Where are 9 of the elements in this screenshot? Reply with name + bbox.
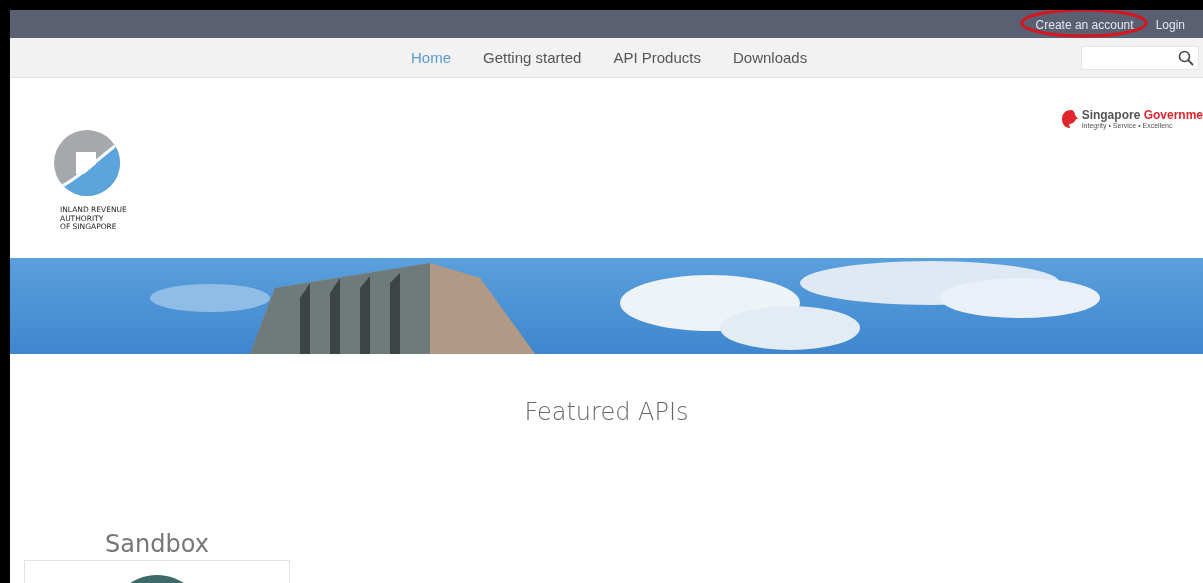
nav-link[interactable]: Downloads xyxy=(732,49,808,66)
government-name: Singapore Governme xyxy=(1081,109,1203,121)
nav-link[interactable]: API Products xyxy=(613,49,701,66)
search-field[interactable] xyxy=(1081,46,1199,70)
nav-link[interactable]: Getting started xyxy=(483,49,582,66)
product-title: Sandbox xyxy=(105,530,209,558)
search-icon[interactable] xyxy=(1178,50,1194,66)
section-title: Featured APIs xyxy=(523,398,690,426)
top-link[interactable]: Login xyxy=(1155,18,1185,32)
